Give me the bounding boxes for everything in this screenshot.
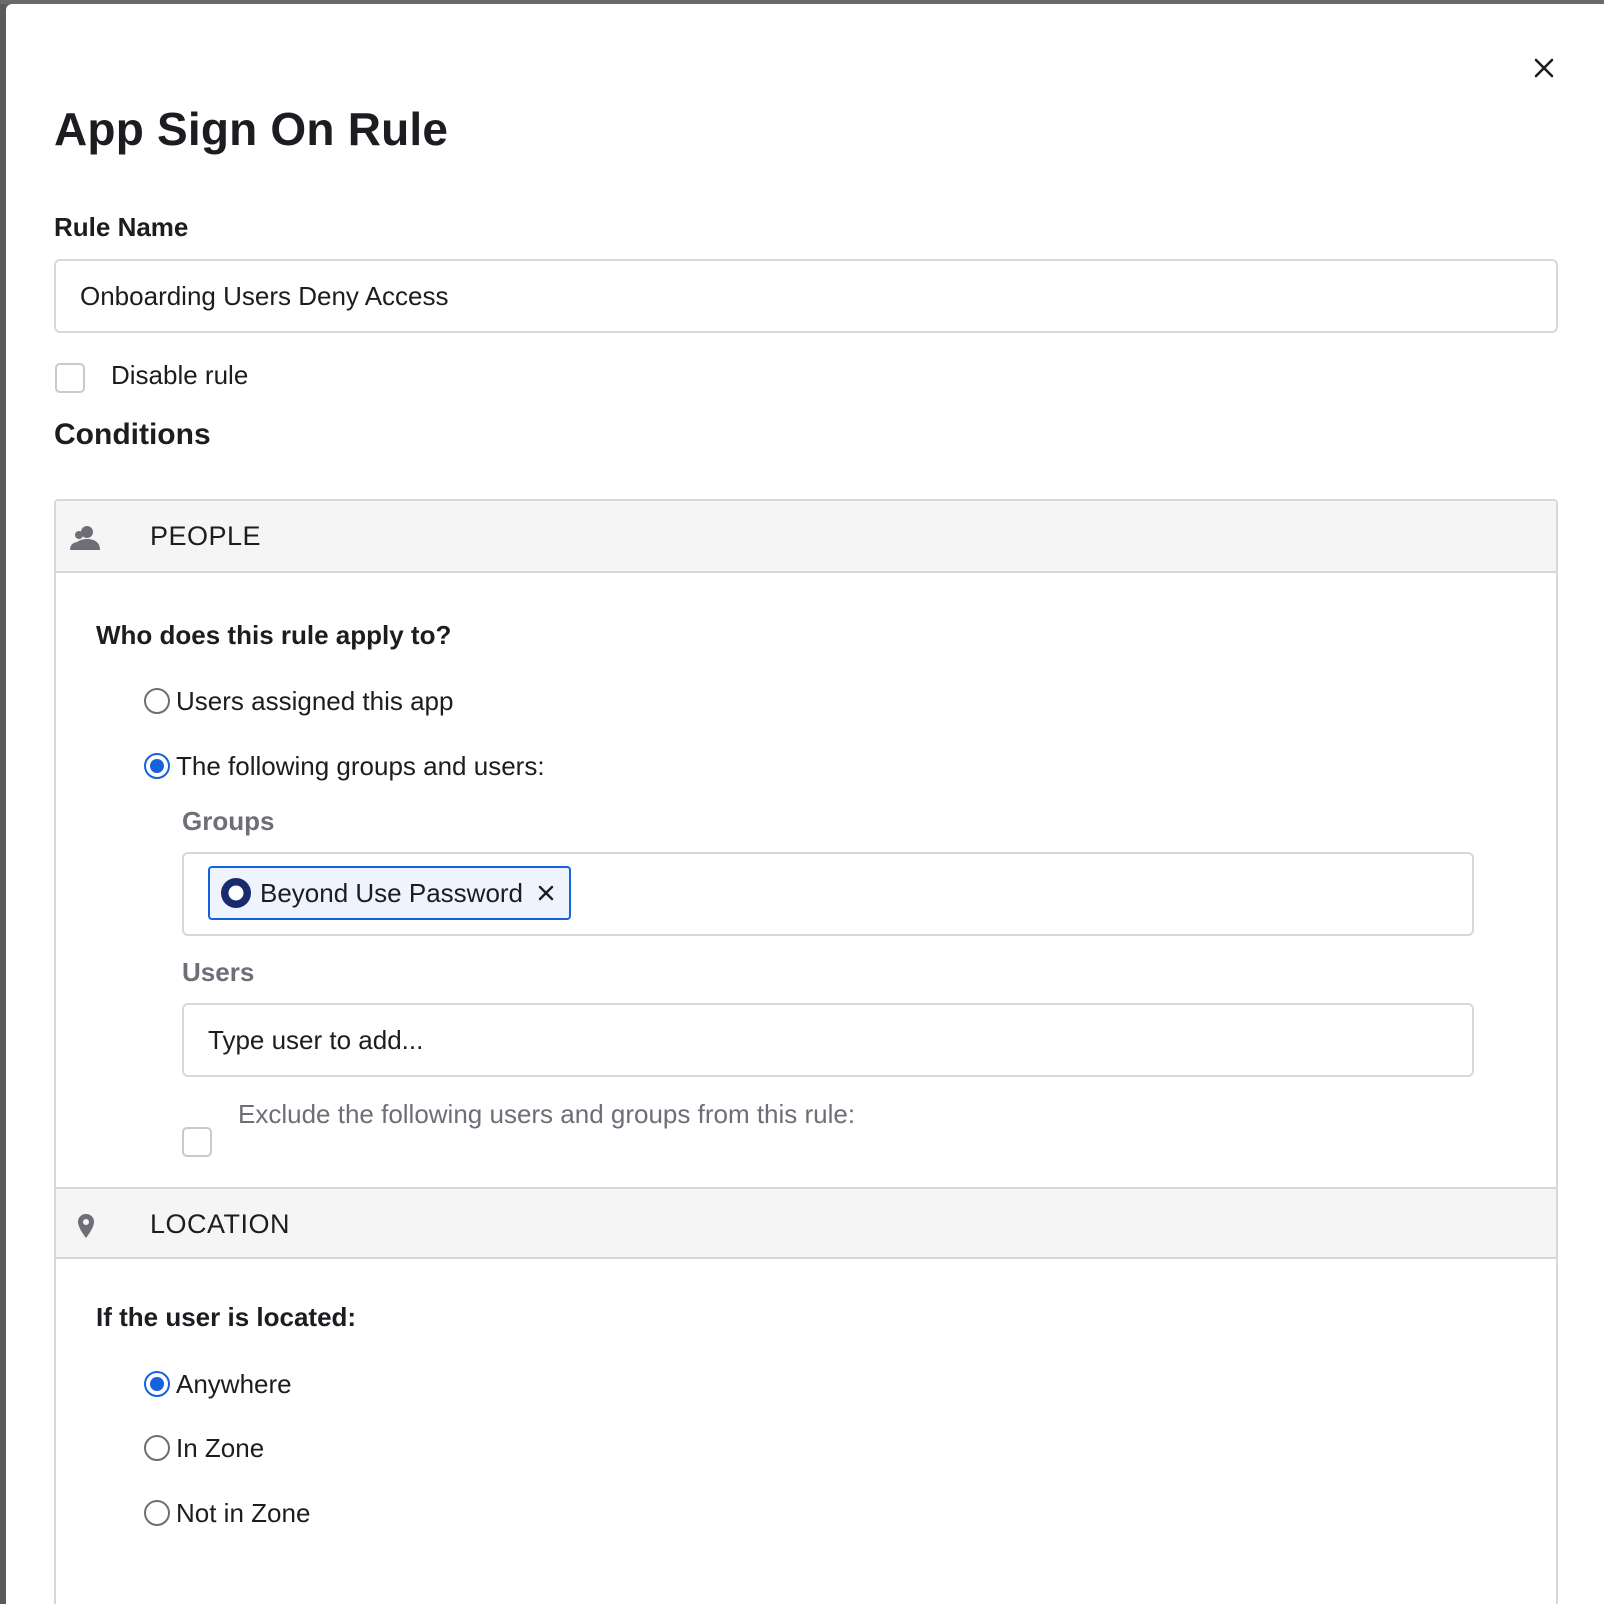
conditions-title: Conditions bbox=[54, 418, 211, 451]
anywhere-radio[interactable] bbox=[144, 1371, 170, 1397]
close-button[interactable] bbox=[1526, 50, 1562, 86]
exclude-label: Exclude the following users and groups f… bbox=[238, 1099, 856, 1129]
conditions-panel: PEOPLE Who does this rule apply to? User… bbox=[54, 499, 1558, 1604]
users-assigned-radio[interactable] bbox=[144, 688, 170, 714]
group-icon bbox=[221, 878, 251, 908]
rule-name-input[interactable] bbox=[54, 259, 1558, 333]
groups-label: Groups bbox=[182, 806, 275, 836]
app-sign-on-rule-dialog: App Sign On Rule Rule Name Disable rule … bbox=[6, 4, 1604, 1604]
location-question: If the user is located: bbox=[96, 1302, 357, 1332]
dialog-title: App Sign On Rule bbox=[54, 103, 449, 155]
users-label: Users bbox=[182, 957, 255, 987]
remove-chip-icon[interactable] bbox=[537, 884, 555, 902]
close-icon bbox=[1534, 58, 1554, 78]
in-zone-label: In Zone bbox=[176, 1433, 265, 1463]
groups-input[interactable]: Beyond Use Password bbox=[182, 852, 1474, 936]
disable-rule-checkbox[interactable] bbox=[55, 363, 85, 393]
following-groups-label: The following groups and users: bbox=[176, 751, 545, 781]
anywhere-label: Anywhere bbox=[176, 1369, 292, 1399]
people-section-header: PEOPLE bbox=[56, 501, 1556, 573]
group-chip-label: Beyond Use Password bbox=[260, 877, 524, 908]
not-in-zone-label: Not in Zone bbox=[176, 1498, 311, 1528]
location-pin-icon bbox=[78, 1214, 94, 1238]
group-chip: Beyond Use Password bbox=[208, 866, 572, 920]
not-in-zone-radio[interactable] bbox=[144, 1500, 170, 1526]
in-zone-radio[interactable] bbox=[144, 1435, 170, 1461]
location-header-label: LOCATION bbox=[150, 1209, 291, 1239]
users-input[interactable] bbox=[182, 1003, 1474, 1077]
location-section-header: LOCATION bbox=[56, 1187, 1556, 1259]
following-groups-radio[interactable] bbox=[144, 753, 170, 779]
people-header-label: PEOPLE bbox=[150, 521, 262, 551]
people-icon bbox=[70, 526, 100, 550]
users-assigned-label: Users assigned this app bbox=[176, 686, 454, 716]
disable-rule-label: Disable rule bbox=[111, 360, 249, 390]
exclude-checkbox[interactable] bbox=[182, 1127, 212, 1157]
people-question: Who does this rule apply to? bbox=[96, 620, 452, 650]
rule-name-label: Rule Name bbox=[54, 212, 189, 242]
